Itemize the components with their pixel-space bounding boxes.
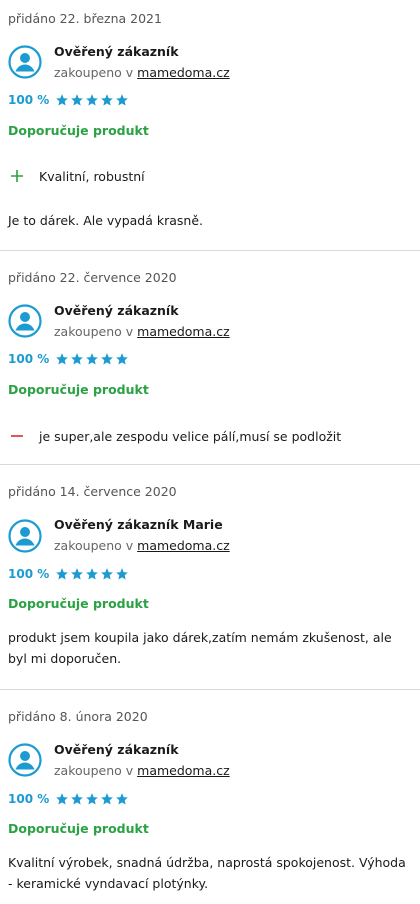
con-item: je super,ale zespodu velice pálí,musí se… [8,427,341,445]
review-date: přidáno 22. července 2020 [8,270,177,285]
star-icon [116,793,129,805]
shop-link[interactable]: mamedoma.cz [137,65,230,80]
star-icon [86,94,99,106]
rating-stars [55,93,129,107]
star-icon [116,94,129,106]
shop-link[interactable]: mamedoma.cz [137,324,230,339]
pro-item: Kvalitní, robustní [8,167,145,185]
star-icon [101,94,114,106]
recommend-label: Doporučuje produkt [8,123,149,138]
star-icon [86,353,99,365]
star-icon [71,793,84,805]
purchase-prefix: zakoupeno v [54,763,134,778]
purchase-prefix: zakoupeno v [54,538,134,553]
star-icon [116,353,129,365]
purchase-info: zakoupeno v mamedoma.cz [54,763,230,778]
user-avatar-icon [8,519,42,553]
star-icon [101,793,114,805]
star-icon [86,793,99,805]
review-item: přidáno 22. července 2020 Ověřený zákazn… [0,251,420,465]
purchase-info: zakoupeno v mamedoma.cz [54,324,230,339]
star-icon [86,568,99,580]
purchase-prefix: zakoupeno v [54,324,134,339]
purchase-info: zakoupeno v mamedoma.cz [54,538,230,553]
review-item: přidáno 14. července 2020 Ověřený zákazn… [0,465,420,690]
review-author: Ověřený zákazník [54,742,179,757]
review-author: Ověřený zákazník Marie [54,517,223,532]
rating-percent: 100 % [8,93,50,107]
review-date: přidáno 14. července 2020 [8,484,177,499]
user-avatar-icon [8,743,42,777]
review-date: přidáno 22. března 2021 [8,11,162,26]
star-icon [101,568,114,580]
pro-text: Kvalitní, robustní [39,168,145,184]
user-avatar-icon [8,304,42,338]
star-icon [71,568,84,580]
star-icon [101,353,114,365]
shop-link[interactable]: mamedoma.cz [137,538,230,553]
minus-icon [8,427,26,445]
star-icon [71,94,84,106]
rating: 100 % [8,352,129,366]
rating-percent: 100 % [8,567,50,581]
review-text: Kvalitní výrobek, snadná údržba, naprost… [8,855,406,891]
review-item: přidáno 22. března 2021 Ověřený zákazník… [0,0,420,251]
purchase-info: zakoupeno v mamedoma.cz [54,65,230,80]
rating-stars [55,792,129,806]
recommend-label: Doporučuje produkt [8,596,149,611]
recommend-label: Doporučuje produkt [8,382,149,397]
plus-icon [8,167,26,185]
rating: 100 % [8,792,129,806]
purchase-prefix: zakoupeno v [54,65,134,80]
rating-stars [55,567,129,581]
rating: 100 % [8,567,129,581]
star-icon [116,568,129,580]
review-author: Ověřený zákazník [54,44,179,59]
shop-link[interactable]: mamedoma.cz [137,763,230,778]
review-text: produkt jsem koupila jako dárek,zatím ne… [8,630,392,666]
rating-percent: 100 % [8,352,50,366]
star-icon [56,353,69,365]
con-text: je super,ale zespodu velice pálí,musí se… [39,428,342,444]
star-icon [56,793,69,805]
star-icon [71,353,84,365]
rating-stars [55,352,129,366]
review-text: Je to dárek. Ale vypadá krasně. [8,213,203,228]
review-author: Ověřený zákazník [54,303,179,318]
review-item: přidáno 8. února 2020 Ověřený zákazník z… [0,690,420,904]
review-date: přidáno 8. února 2020 [8,709,148,724]
rating: 100 % [8,93,129,107]
star-icon [56,568,69,580]
user-avatar-icon [8,45,42,79]
recommend-label: Doporučuje produkt [8,821,149,836]
star-icon [56,94,69,106]
rating-percent: 100 % [8,792,50,806]
